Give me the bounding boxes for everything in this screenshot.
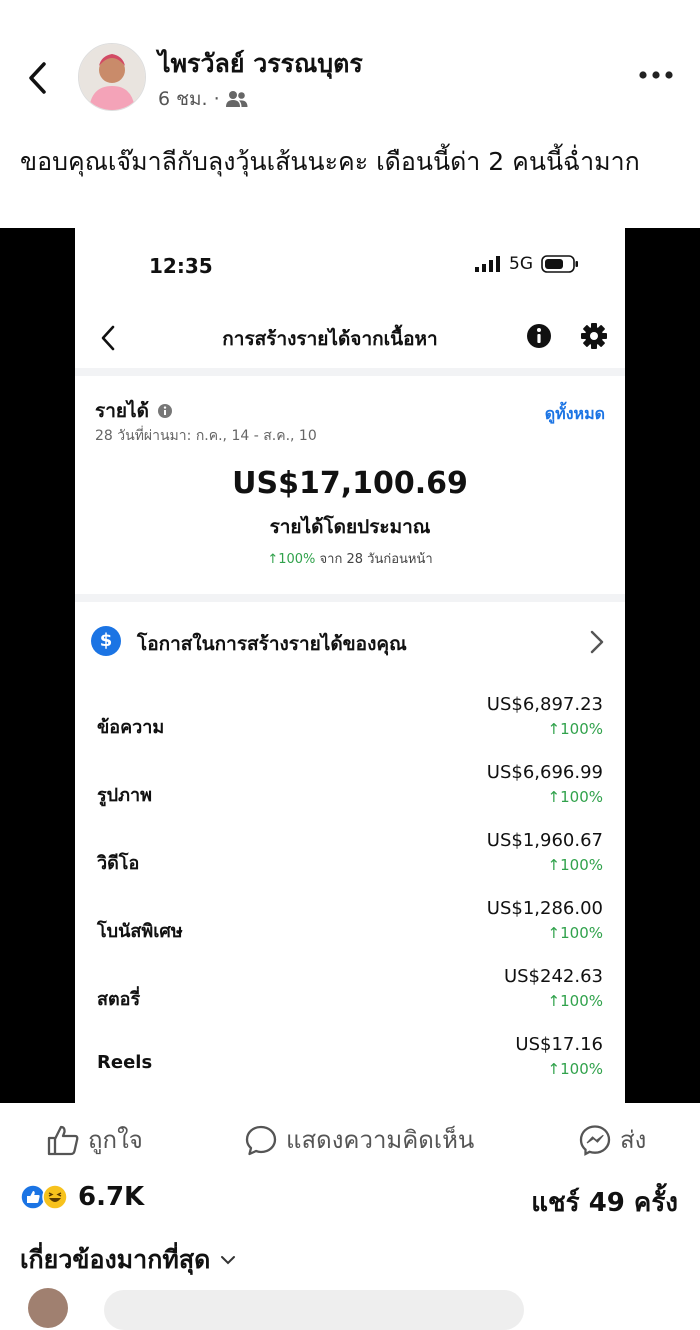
- see-all-link: ดูทั้งหมด: [544, 404, 605, 423]
- income-amount: US$1,286.00: [486, 898, 603, 919]
- total-earnings-label: รายได้โดยประมาณ: [269, 516, 431, 538]
- app-bar: การสร้างรายได้จากเนื้อหา: [75, 316, 625, 362]
- income-change: ↑100%: [547, 788, 603, 806]
- comment-icon: [245, 1125, 277, 1155]
- info-icon: [157, 404, 172, 418]
- dollar-icon: $: [91, 626, 121, 656]
- messenger-icon: [579, 1124, 611, 1156]
- haha-reaction-icon: [42, 1184, 68, 1210]
- info-icon: [527, 324, 551, 348]
- post-header: ไพรวัลย์ วรรณบุตร 6 ชม. ·: [0, 0, 700, 120]
- income-amount: US$242.63: [503, 966, 603, 987]
- income-amount: US$17.16: [515, 1034, 603, 1055]
- friends-audience-icon: [225, 91, 248, 107]
- comment-sort-dropdown[interactable]: เกี่ยวข้องมากที่สุด: [20, 1240, 236, 1280]
- battery-icon: [541, 255, 578, 273]
- income-row: รูปภาพ US$6,696.99 ↑100%: [75, 758, 625, 826]
- income-change: ↑100%: [547, 720, 603, 738]
- chevron-right-icon: [590, 630, 604, 654]
- total-change-pct: ↑100%: [267, 552, 316, 567]
- phone-screenshot: 12:35 5G การสร้างรายได้จากเนื้อหา รายได้…: [75, 228, 625, 1103]
- earnings-heading-label: รายได้: [95, 400, 149, 422]
- chevron-left-icon: [29, 62, 46, 94]
- income-label: สตอรี่: [97, 989, 141, 1010]
- income-label: โบนัสพิเศษ: [97, 921, 183, 942]
- income-change: ↑100%: [547, 924, 603, 942]
- income-label: รูปภาพ: [97, 785, 152, 806]
- post-time[interactable]: 6 ชม.: [158, 84, 208, 114]
- income-label: ข้อความ: [97, 717, 165, 738]
- reaction-summary[interactable]: 6.7K: [20, 1182, 144, 1212]
- share-count[interactable]: แชร์ 49 ครั้ง: [531, 1182, 678, 1223]
- income-row: สตอรี่ US$242.63 ↑100%: [75, 962, 625, 1030]
- section-divider: [75, 594, 625, 602]
- back-button[interactable]: [22, 58, 56, 98]
- author-name[interactable]: ไพรวัลย์ วรรณบุตร: [158, 44, 363, 84]
- send-label: ส่ง: [620, 1126, 647, 1154]
- total-change: ↑100% จาก 28 วันก่อนหน้า: [75, 548, 625, 569]
- comment-button[interactable]: แสดงความคิดเห็น: [244, 1120, 474, 1159]
- post-text: ขอบคุณเจ๊มาลีกับลุงวุ้นเส้นนะคะ เดือนนี้…: [20, 147, 640, 176]
- sort-label: เกี่ยวข้องมากที่สุด: [20, 1245, 211, 1274]
- income-row: วิดีโอ US$1,960.67 ↑100%: [75, 826, 625, 894]
- gear-icon: [581, 323, 607, 349]
- income-change: ↑100%: [547, 1060, 603, 1078]
- opportunities-label: โอกาสในการสร้างรายได้ของคุณ: [137, 633, 407, 655]
- section-divider: [75, 368, 625, 376]
- earnings-range: 28 วันที่ผ่านมา: ก.ค., 14 - ส.ค., 10: [95, 428, 317, 444]
- earnings-heading: รายได้: [95, 396, 173, 426]
- info-button: [525, 322, 553, 350]
- income-row: ข้อความ US$6,897.23 ↑100%: [75, 690, 625, 758]
- status-time: 12:35: [149, 254, 213, 278]
- comment-bubble: [104, 1290, 524, 1330]
- status-indicators: 5G: [475, 254, 579, 274]
- settings-button: [580, 322, 608, 350]
- total-earnings: US$17,100.69: [232, 466, 468, 501]
- total-change-suffix: จาก 28 วันก่อนหน้า: [319, 552, 433, 567]
- signal-icon: [475, 256, 500, 272]
- send-button[interactable]: ส่ง: [578, 1120, 646, 1159]
- like-button[interactable]: ถูกใจ: [46, 1120, 143, 1159]
- like-label: ถูกใจ: [88, 1126, 143, 1154]
- income-label: วิดีโอ: [97, 853, 140, 874]
- income-amount: US$6,696.99: [486, 762, 603, 783]
- income-row: โบนัสพิเศษ US$1,286.00 ↑100%: [75, 894, 625, 962]
- network-label: 5G: [509, 254, 533, 274]
- income-change: ↑100%: [547, 856, 603, 874]
- opportunities-row: $ โอกาสในการสร้างรายได้ของคุณ: [75, 608, 625, 676]
- income-change: ↑100%: [547, 992, 603, 1010]
- chevron-down-icon: [221, 1256, 236, 1265]
- post-image[interactable]: 12:35 5G การสร้างรายได้จากเนื้อหา รายได้…: [0, 228, 700, 1103]
- reaction-count: 6.7K: [78, 1182, 145, 1212]
- more-icon: [639, 71, 673, 79]
- income-row: Reels US$17.16 ↑100%: [75, 1030, 625, 1098]
- avatar-image: [79, 44, 145, 110]
- meta-separator: ·: [213, 88, 220, 110]
- income-amount: US$6,897.23: [486, 694, 603, 715]
- comment-label: แสดงความคิดเห็น: [286, 1126, 475, 1154]
- post-meta: 6 ชม. ·: [158, 84, 248, 114]
- commenter-avatar[interactable]: [28, 1288, 68, 1328]
- action-bar: ถูกใจ แสดงความคิดเห็น ส่ง: [0, 1112, 700, 1162]
- more-options-button[interactable]: [634, 60, 678, 90]
- thumbs-up-icon: [47, 1125, 79, 1155]
- income-amount: US$1,960.67: [486, 830, 603, 851]
- income-label: Reels: [97, 1052, 153, 1073]
- avatar[interactable]: [78, 43, 146, 111]
